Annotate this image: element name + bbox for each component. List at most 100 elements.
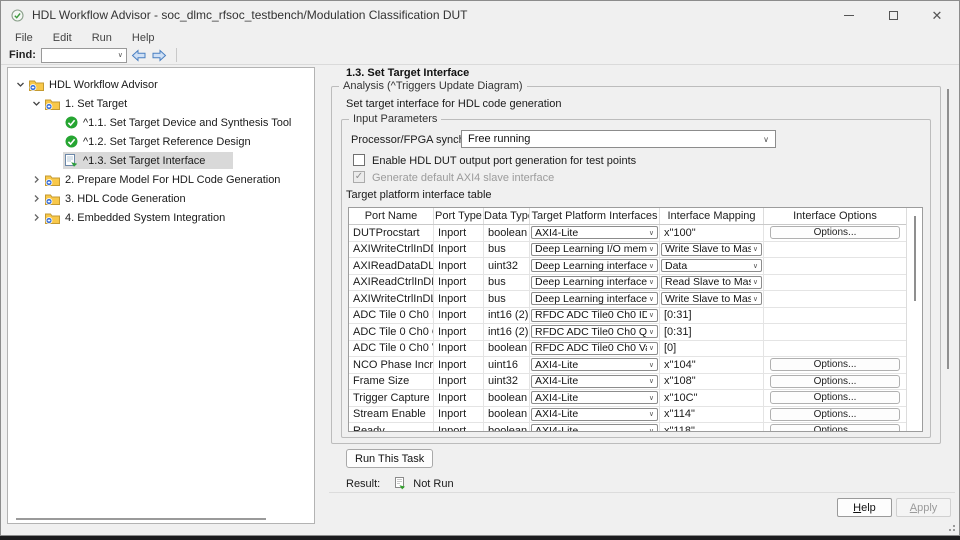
tree-item-embedded-system-integration[interactable]: 4. Embedded System Integration	[8, 208, 314, 227]
interface-mapping-select[interactable]: Write Slave to Master E	[661, 243, 762, 256]
interface-options-button[interactable]: Options...	[770, 226, 900, 239]
table-scrollbar-thumb[interactable]	[914, 216, 916, 301]
find-next-button[interactable]	[151, 49, 167, 62]
tree-item-root[interactable]: HDL Workflow Advisor	[8, 75, 314, 94]
cell-port-name: NCO Phase Incr	[349, 357, 434, 373]
tree-item-set-target-reference[interactable]: ^1.2. Set Target Reference Design	[8, 132, 314, 151]
column-header-target-platform-interfaces: Target Platform Interfaces	[530, 208, 660, 224]
menu-file[interactable]: File	[5, 32, 43, 44]
apply-button[interactable]: Apply	[896, 498, 951, 517]
cell-port-name: ADC Tile 0 Ch0 Q Data	[349, 324, 434, 340]
tree-horizontal-scrollbar[interactable]	[16, 518, 266, 520]
interface-options-button[interactable]: Options...	[770, 358, 900, 371]
table-row: AXIReadCtrlInDL Inport bus Deep Learning…	[349, 275, 922, 292]
cell-port-type: Inport	[434, 357, 484, 373]
maximize-button[interactable]	[871, 1, 915, 29]
find-input[interactable]	[41, 48, 127, 63]
cell-port-type: Inport	[434, 341, 484, 357]
target-platform-interface-select[interactable]: RFDC ADC Tile0 Ch0 QData [0:3	[531, 325, 658, 338]
target-platform-interface-select[interactable]: AXI4-Lite	[531, 358, 658, 371]
result-label: Result:	[346, 478, 380, 490]
tree-item-prepare-model[interactable]: 2. Prepare Model For HDL Code Generation	[8, 170, 314, 189]
panel-vertical-scrollbar[interactable]	[947, 89, 949, 369]
task-edit-icon	[65, 154, 78, 167]
target-platform-interface-select[interactable]: AXI4-Lite	[531, 391, 658, 404]
interface-options-button[interactable]: Options...	[770, 391, 900, 404]
target-platform-interface-table: Port Name Port Type Data Type Target Pla…	[348, 207, 923, 432]
cell-port-name: AXIWriteCtrlInDDR	[349, 242, 434, 258]
target-platform-interface-select[interactable]: Deep Learning interface Read	[531, 276, 658, 289]
interface-mapping-select[interactable]: Data	[661, 259, 762, 272]
cell-port-name: ADC Tile 0 Ch0 Valid	[349, 341, 434, 357]
testpoints-checkbox[interactable]	[353, 154, 365, 166]
target-platform-interface-select[interactable]: AXI4-Lite	[531, 375, 658, 388]
tree-item-set-target[interactable]: 1. Set Target	[8, 94, 314, 113]
arrow-left-icon	[131, 49, 147, 62]
table-vertical-scrollbar[interactable]	[906, 208, 922, 431]
tree-item-set-target-device[interactable]: ^1.1. Set Target Device and Synthesis To…	[8, 113, 314, 132]
cell-port-type: Inport	[434, 308, 484, 324]
tree-item-label: 2. Prepare Model For HDL Code Generation	[65, 174, 280, 186]
chevron-right-icon[interactable]	[29, 175, 43, 184]
cell-port-type: Inport	[434, 423, 484, 432]
chevron-right-icon[interactable]	[29, 194, 43, 203]
chevron-right-icon[interactable]	[29, 213, 43, 222]
title-bar: HDL Workflow Advisor - soc_dlmc_rfsoc_te…	[1, 1, 959, 29]
tree-item-set-target-interface[interactable]: ^1.3. Set Target Interface	[8, 151, 314, 170]
testpoints-checkbox-label: Enable HDL DUT output port generation fo…	[372, 155, 636, 167]
axi4-slave-checkbox[interactable]	[353, 171, 365, 183]
cell-data-type: boolean	[484, 225, 530, 241]
interface-mapping-select[interactable]: Read Slave to Master B	[661, 276, 762, 289]
cell-interface-mapping: x"114"	[660, 407, 764, 423]
minimize-button[interactable]	[827, 1, 871, 29]
cell-port-type: Inport	[434, 225, 484, 241]
cell-port-type: Inport	[434, 291, 484, 307]
target-platform-interface-select[interactable]: RFDC ADC Tile0 Ch0 Valid	[531, 342, 658, 355]
chevron-down-icon[interactable]	[29, 99, 43, 108]
interface-options-button[interactable]: Options...	[770, 375, 900, 388]
toolbar-separator	[176, 48, 177, 62]
target-platform-interface-select[interactable]: Deep Learning interface Read	[531, 259, 658, 272]
target-platform-interface-select[interactable]: Deep Learning I/O memory Writ	[531, 243, 658, 256]
target-platform-interface-select[interactable]: AXI4-Lite	[531, 408, 658, 421]
cell-interface-mapping: x"100"	[660, 225, 764, 241]
tree-item-label: HDL Workflow Advisor	[49, 79, 158, 91]
close-button[interactable]: ✕	[915, 1, 959, 29]
column-header-port-type: Port Type	[434, 208, 484, 224]
interface-mapping-select[interactable]: Write Slave to Master E	[661, 292, 762, 305]
table-row: AXIReadDataDL Inport uint32 Deep Learnin…	[349, 258, 922, 275]
help-button[interactable]: Help	[837, 498, 892, 517]
chevron-down-icon[interactable]	[13, 80, 27, 89]
target-platform-interface-select[interactable]: AXI4-Lite	[531, 226, 658, 239]
target-platform-interface-select[interactable]: AXI4-Lite	[531, 424, 658, 432]
target-platform-interface-select[interactable]: Deep Learning interface Write	[531, 292, 658, 305]
cell-interface-mapping: x"10C"	[660, 390, 764, 406]
cell-interface-mapping: [0:31]	[660, 308, 764, 324]
tree-item-label: 4. Embedded System Integration	[65, 212, 225, 224]
tree-item-label: 3. HDL Code Generation	[65, 193, 186, 205]
minimize-icon	[844, 15, 854, 16]
cell-interface-mapping: [0:31]	[660, 324, 764, 340]
run-this-task-button[interactable]: Run This Task	[346, 449, 433, 468]
cell-data-type: boolean	[484, 407, 530, 423]
processor-fpga-sync-select[interactable]: Free running	[461, 130, 776, 148]
window-resize-grip[interactable]	[949, 525, 955, 531]
cell-port-type: Inport	[434, 324, 484, 340]
tree-item-hdl-code-generation[interactable]: 3. HDL Code Generation	[8, 189, 314, 208]
menu-edit[interactable]: Edit	[43, 32, 82, 44]
table-row: ADC Tile 0 Ch0 I Data Inport int16 (2) R…	[349, 308, 922, 325]
axi4-slave-checkbox-label: Generate default AXI4 slave interface	[372, 172, 554, 184]
interface-options-button[interactable]: Options...	[770, 408, 900, 421]
menu-run[interactable]: Run	[82, 32, 122, 44]
workflow-folder-icon	[45, 212, 60, 224]
green-check-icon	[65, 116, 78, 129]
workflow-folder-icon	[45, 193, 60, 205]
table-row: Trigger Capture Inport boolean AXI4-Lite…	[349, 390, 922, 407]
interface-options-button[interactable]: Options...	[770, 424, 900, 432]
target-platform-interface-select[interactable]: RFDC ADC Tile0 Ch0 IData [0:3	[531, 309, 658, 322]
menu-help[interactable]: Help	[122, 32, 165, 44]
task-description: Set target interface for HDL code genera…	[346, 98, 561, 110]
green-check-icon	[65, 135, 78, 148]
interface-table-label: Target platform interface table	[346, 189, 492, 201]
find-previous-button[interactable]	[131, 49, 147, 62]
